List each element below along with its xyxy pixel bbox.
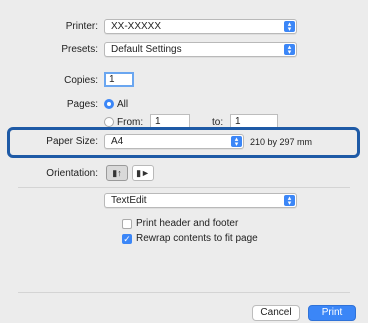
paper-size-select[interactable]: A4 ▴ ▾ [104, 134, 244, 149]
cancel-button[interactable]: Cancel [252, 305, 300, 321]
pages-all-radio[interactable] [104, 99, 114, 109]
chevron-updown-icon: ▴ ▾ [284, 195, 295, 207]
landscape-orientation-icon: ▮► [136, 168, 150, 178]
checkmark-icon: ✓ [123, 234, 131, 244]
pages-from-radio[interactable] [104, 117, 114, 127]
app-options-select[interactable]: TextEdit ▴ ▾ [104, 193, 297, 208]
paper-size-dimensions: 210 by 297 mm [250, 137, 313, 147]
copies-label: Copies: [64, 75, 98, 86]
orientation-label: Orientation: [46, 168, 98, 179]
print-button[interactable]: Print [308, 305, 356, 321]
portrait-orientation-button[interactable]: ▮↑ [106, 165, 128, 181]
print-dialog: Printer: XX-XXXXX ▴ ▾ Presets: Default Se… [0, 0, 368, 323]
presets-value: Default Settings [111, 44, 182, 55]
printer-select[interactable]: XX-XXXXX ▴ ▾ [104, 19, 297, 34]
paper-size-value: A4 [111, 136, 124, 147]
copies-input[interactable]: 1 [104, 72, 134, 87]
rewrap-contents-label: Rewrap contents to fit page [136, 233, 258, 244]
rewrap-contents-checkbox[interactable]: ✓ [122, 234, 132, 244]
paper-size-label: Paper Size: [46, 136, 98, 147]
landscape-orientation-button[interactable]: ▮► [132, 165, 154, 181]
app-options-value: TextEdit [111, 195, 147, 206]
presets-label: Presets: [61, 44, 98, 55]
chevron-updown-icon: ▴ ▾ [284, 44, 295, 56]
print-header-footer-checkbox[interactable] [122, 219, 132, 229]
presets-select[interactable]: Default Settings ▴ ▾ [104, 42, 297, 57]
pages-all-label: All [117, 99, 129, 110]
chevron-updown-icon: ▴ ▾ [284, 21, 295, 33]
footer-divider [18, 292, 350, 293]
printer-label: Printer: [65, 21, 98, 32]
section-divider [18, 187, 350, 188]
printer-value: XX-XXXXX [111, 21, 162, 32]
chevron-updown-icon: ▴ ▾ [231, 136, 242, 148]
portrait-orientation-icon: ▮↑ [112, 168, 122, 178]
print-header-footer-label: Print header and footer [136, 218, 239, 229]
pages-label: Pages: [66, 99, 98, 110]
